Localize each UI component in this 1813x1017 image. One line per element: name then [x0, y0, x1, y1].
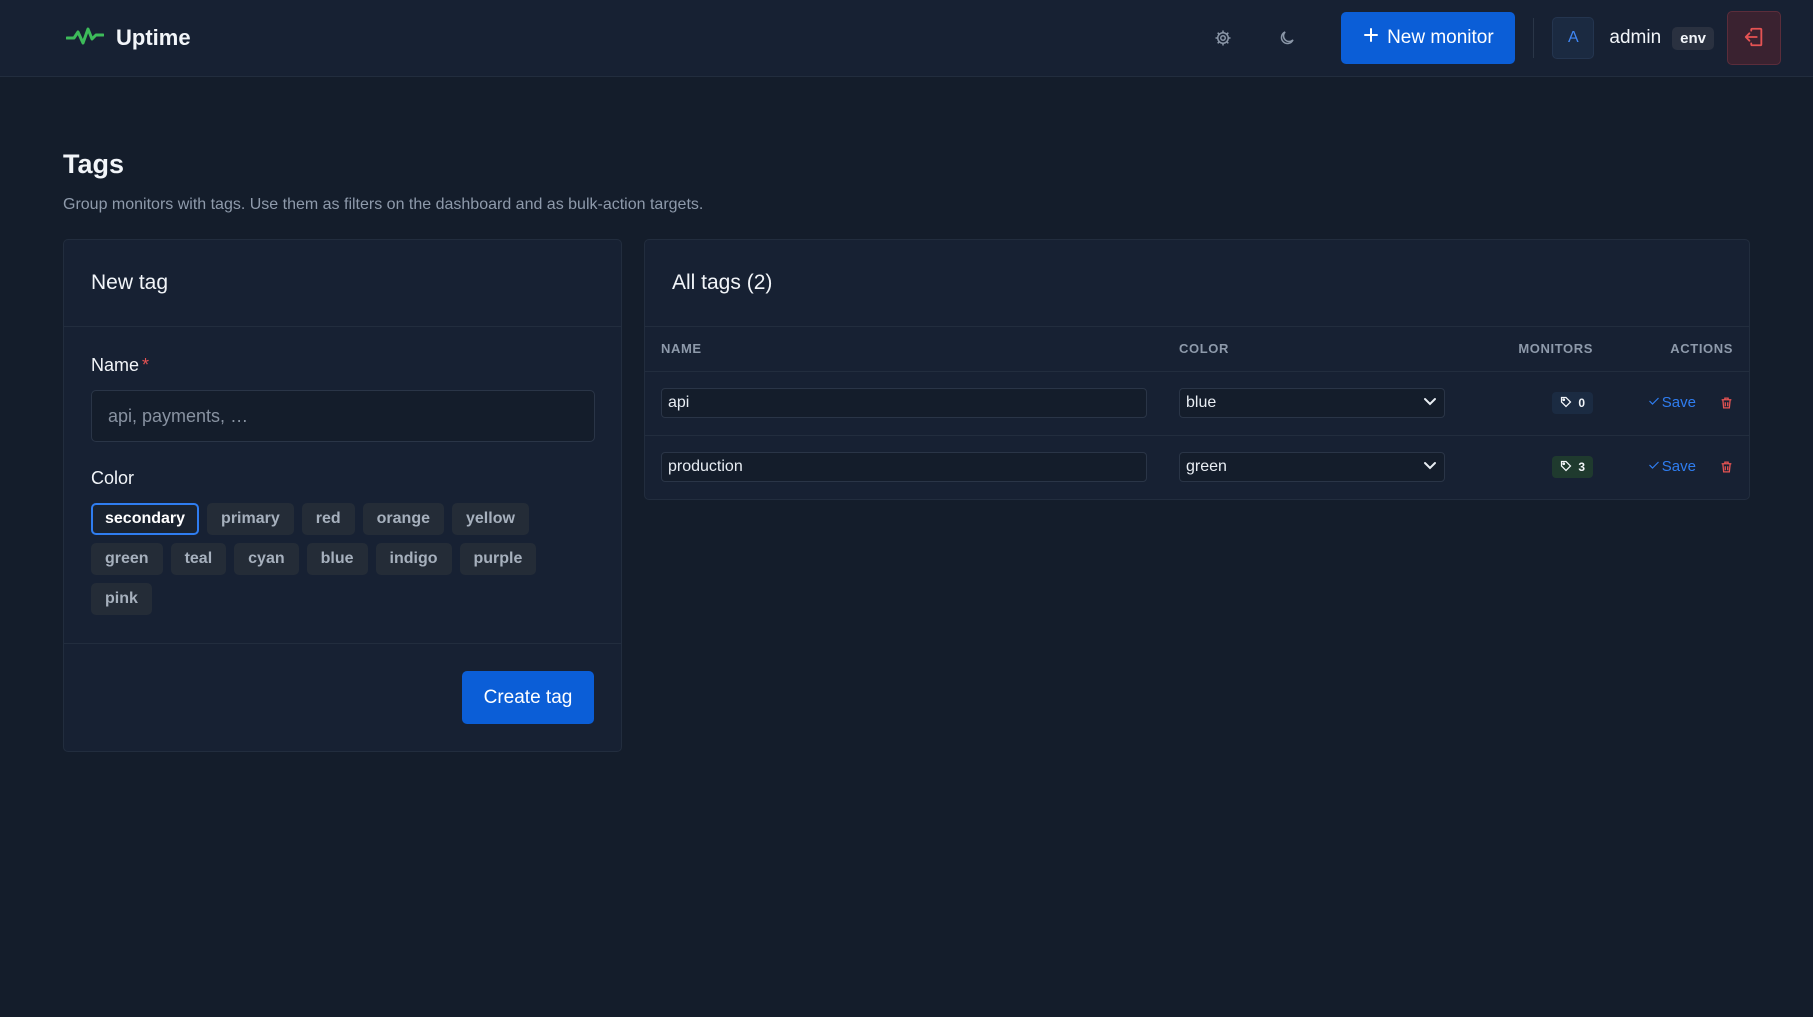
- trash-icon[interactable]: [1720, 460, 1733, 474]
- color-label: Color: [91, 468, 135, 488]
- brand[interactable]: Uptime: [65, 25, 191, 52]
- table-header-row: NAME COLOR MONITORS ACTIONS: [645, 327, 1749, 372]
- username: admin: [1609, 27, 1662, 48]
- column-header-color: COLOR: [1163, 327, 1463, 372]
- color-chip-purple[interactable]: purple: [459, 543, 537, 575]
- chevron-down-icon: [1422, 393, 1438, 414]
- create-tag-button[interactable]: Create tag: [462, 671, 594, 724]
- tag-name-input[interactable]: [91, 390, 595, 442]
- color-chip-yellow[interactable]: yellow: [452, 503, 529, 535]
- new-tag-title: New tag: [64, 240, 621, 327]
- tag-icon: [1560, 460, 1572, 475]
- tag-color-value: blue: [1186, 394, 1217, 411]
- monitor-count: 0: [1578, 396, 1585, 410]
- moon-icon[interactable]: [1272, 23, 1302, 53]
- table-row: green 3: [645, 435, 1749, 499]
- required-mark: *: [142, 355, 150, 375]
- all-tags-card: All tags (2) NAME COLOR MONITORS ACTIONS: [644, 239, 1750, 500]
- trash-icon[interactable]: [1720, 396, 1733, 410]
- env-badge: env: [1672, 26, 1714, 50]
- color-chip-pink[interactable]: pink: [91, 583, 152, 615]
- column-header-name: NAME: [645, 327, 1163, 372]
- tags-table: NAME COLOR MONITORS ACTIONS blue: [645, 327, 1749, 499]
- pulse-logo-icon: [65, 25, 105, 52]
- logout-button[interactable]: [1727, 11, 1781, 65]
- save-button[interactable]: Save: [1648, 458, 1696, 475]
- all-tags-title: All tags (2): [645, 240, 1749, 327]
- avatar[interactable]: A: [1552, 17, 1595, 59]
- check-icon: [1648, 394, 1660, 411]
- color-chip-blue[interactable]: blue: [306, 543, 368, 575]
- table-row: blue 0: [645, 371, 1749, 436]
- new-tag-card: New tag Name* Color secondary primary re…: [63, 239, 622, 752]
- plus-icon: [1363, 27, 1379, 49]
- color-chip-primary[interactable]: primary: [207, 503, 294, 535]
- top-navbar: Uptime New monitor A admin env: [0, 0, 1813, 77]
- page-content: Tags Group monitors with tags. Use them …: [0, 149, 1813, 752]
- name-label-text: Name: [91, 355, 140, 375]
- new-monitor-button[interactable]: New monitor: [1341, 12, 1516, 64]
- color-chip-cyan[interactable]: cyan: [234, 543, 299, 575]
- tag-name-field[interactable]: [661, 388, 1147, 418]
- monitor-count: 3: [1578, 460, 1585, 475]
- tag-color-select[interactable]: blue: [1179, 388, 1445, 418]
- page-title: Tags: [63, 149, 125, 179]
- tag-icon: [1560, 396, 1572, 411]
- color-chip-indigo[interactable]: indigo: [375, 543, 452, 575]
- color-chip-secondary[interactable]: secondary: [91, 503, 200, 535]
- logout-icon: [1743, 26, 1765, 51]
- column-header-monitors: MONITORS: [1463, 327, 1609, 372]
- tag-color-value: green: [1186, 458, 1227, 476]
- color-chip-group: secondary primary red orange yellow gree…: [91, 503, 551, 615]
- check-icon: [1648, 458, 1660, 475]
- color-chip-orange[interactable]: orange: [362, 503, 444, 535]
- new-monitor-label: New monitor: [1387, 27, 1494, 48]
- gear-icon[interactable]: [1208, 23, 1238, 53]
- tag-name-field[interactable]: [661, 452, 1147, 483]
- column-header-actions: ACTIONS: [1609, 327, 1749, 372]
- save-label: Save: [1661, 458, 1696, 476]
- name-label: Name *: [91, 355, 149, 375]
- color-chip-teal[interactable]: teal: [170, 543, 227, 575]
- tag-color-select[interactable]: green: [1179, 452, 1445, 483]
- header-divider: [1533, 18, 1535, 58]
- brand-title: Uptime: [116, 25, 191, 50]
- monitor-count-badge: 0: [1552, 392, 1593, 414]
- save-label: Save: [1661, 394, 1696, 411]
- save-button[interactable]: Save: [1648, 394, 1696, 411]
- color-chip-red[interactable]: red: [301, 503, 355, 535]
- color-chip-green[interactable]: green: [91, 543, 163, 575]
- monitor-count-badge: 3: [1552, 456, 1593, 479]
- page-subtitle: Group monitors with tags. Use them as fi…: [63, 196, 704, 213]
- chevron-down-icon: [1422, 457, 1438, 478]
